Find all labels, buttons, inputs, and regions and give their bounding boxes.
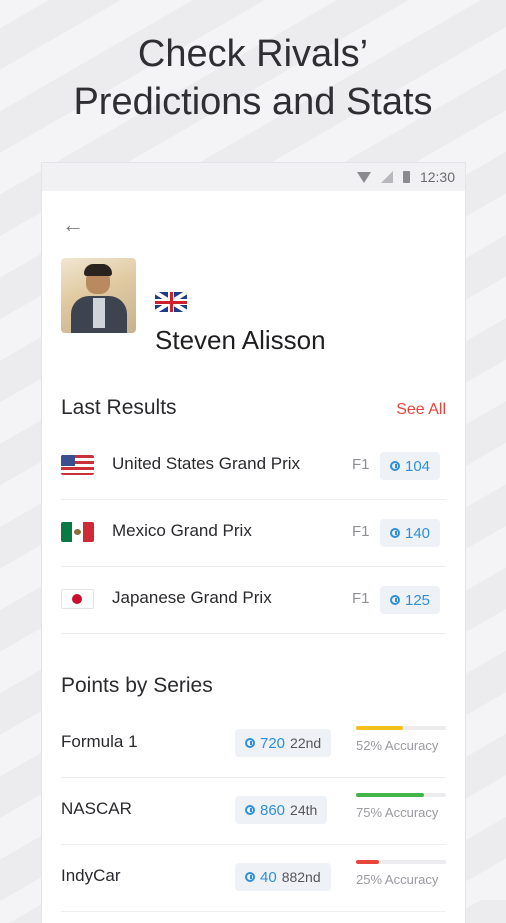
accuracy-bar [356,860,446,864]
clock-icon [390,595,400,605]
last-results-heading: Last Results [61,396,177,419]
headline-line-2: Predictions and Stats [73,81,433,123]
result-row[interactable]: Japanese Grand Prix F1 125 [61,567,446,634]
uk-flag-icon [155,292,187,312]
series-points: 860 [260,801,286,819]
us-flag-icon [61,455,94,475]
accuracy-label: 75% Accuracy [356,805,439,820]
status-bar: 12:30 [42,163,465,191]
result-row[interactable]: United States Grand Prix F1 104 [61,433,446,500]
clock-icon [390,461,400,471]
result-name: Japanese Grand Prix [112,588,272,607]
points-badge: 140 [380,519,441,547]
profile-name: Steven Alisson [155,325,326,355]
series-rank: 22nd [290,735,322,751]
result-series: F1 [352,456,370,473]
series-points: 40 [260,868,277,886]
series-row[interactable]: IndyCar 40 882nd 25% Accuracy [61,845,446,912]
points-by-series-heading: Points by Series [61,674,213,697]
avatar [61,258,136,333]
clock-icon [245,805,255,815]
series-row[interactable]: Formula 1 720 22nd 52% Accuracy [61,711,446,778]
series-row[interactable]: NASCAR 860 24th 75% Accuracy [61,778,446,845]
series-name: NASCAR [61,799,132,818]
japan-flag-icon [61,589,94,609]
points-badge: 104 [380,452,441,480]
accuracy-label: 25% Accuracy [356,872,439,887]
promo-headline: Check Rivals’ Predictions and Stats [0,30,506,126]
accuracy-label: 52% Accuracy [356,738,439,753]
series-name: IndyCar [61,866,121,885]
series-points: 720 [260,734,286,752]
result-name: United States Grand Prix [112,454,301,473]
wifi-icon [356,171,371,183]
series-rank: 882nd [281,869,321,885]
points-badge: 125 [380,586,441,614]
accuracy-bar [356,793,446,797]
headline-line-1: Check Rivals’ [137,33,369,75]
points-value: 104 [405,457,431,475]
result-series: F1 [352,590,370,607]
clock-icon [245,872,255,882]
series-name: Formula 1 [61,732,138,751]
result-row[interactable]: Mexico Grand Prix F1 140 [61,500,446,567]
points-value: 140 [405,524,431,542]
result-name: Mexico Grand Prix [112,521,252,540]
signal-icon [380,171,393,183]
clock-icon [390,528,400,538]
battery-icon [402,171,410,183]
mexico-flag-icon [61,522,94,542]
series-points-badge: 40 882nd [235,863,331,891]
points-value: 125 [405,591,431,609]
series-rank: 24th [290,802,318,818]
status-time: 12:30 [419,169,455,185]
clock-icon [245,738,255,748]
back-arrow-icon[interactable]: ← [62,214,88,236]
series-points-badge: 860 24th [235,796,328,824]
result-series: F1 [352,523,370,540]
see-all-link[interactable]: See All [396,401,446,419]
accuracy-bar [356,726,446,730]
series-points-badge: 720 22nd [235,729,332,757]
phone-frame: 12:30 ← Steven Alisson Last Results See … [42,163,465,923]
